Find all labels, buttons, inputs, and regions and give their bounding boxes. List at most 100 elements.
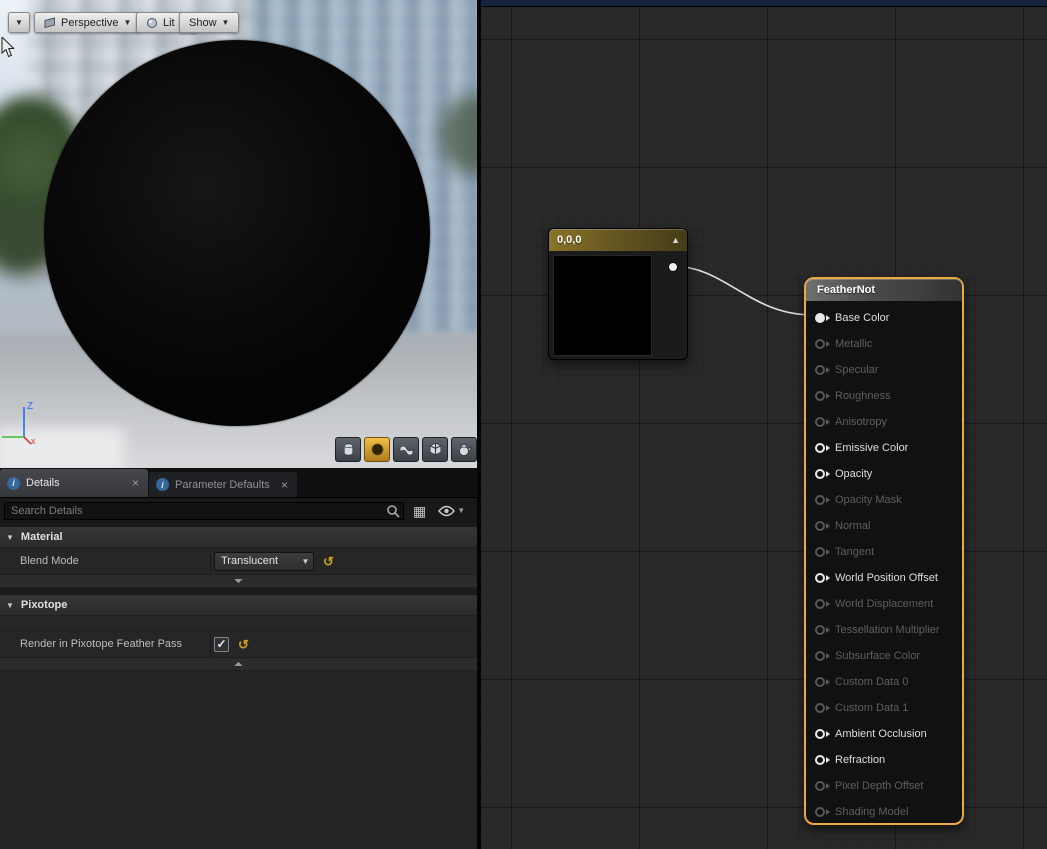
pin-icon[interactable] xyxy=(815,469,825,479)
close-icon[interactable]: × xyxy=(130,477,141,489)
property-matrix-button[interactable]: ▦ xyxy=(410,501,429,521)
tab-details-label: Details xyxy=(26,477,124,489)
pin-icon[interactable] xyxy=(815,547,825,557)
blend-mode-dropdown[interactable]: Translucent ▼ xyxy=(214,552,314,571)
blank-row xyxy=(0,616,477,631)
material-input-pin[interactable]: Normal xyxy=(806,513,962,539)
pin-icon[interactable] xyxy=(815,391,825,401)
pin-label: World Position Offset xyxy=(835,572,938,584)
pin-label: Tessellation Multiplier xyxy=(835,624,940,636)
pin-icon[interactable] xyxy=(815,625,825,635)
material-input-pin[interactable]: Base Color xyxy=(806,305,962,331)
axis-x-label: x xyxy=(31,436,36,446)
perspective-label: Perspective xyxy=(61,17,118,29)
pin-icon[interactable] xyxy=(815,677,825,687)
collapse-arrow-icon[interactable]: ▲ xyxy=(671,235,687,245)
feather-pass-label: Render in Pixotope Feather Pass xyxy=(0,631,211,657)
material-advanced-expander[interactable]: ▼ xyxy=(0,575,477,588)
cylinder-icon xyxy=(340,441,357,458)
tab-details[interactable]: i Details × xyxy=(0,469,148,497)
chevron-up-icon: ▲ xyxy=(232,661,246,668)
material-input-pin[interactable]: Shading Model xyxy=(806,799,962,825)
pin-label: Roughness xyxy=(835,390,891,402)
graph-top-strip xyxy=(481,0,1047,7)
tab-parameter-defaults[interactable]: i Parameter Defaults × xyxy=(149,472,297,497)
material-input-pin[interactable]: Subsurface Color xyxy=(806,643,962,669)
pin-icon[interactable] xyxy=(815,521,825,531)
pin-icon[interactable] xyxy=(815,573,825,583)
feather-pass-checkbox[interactable]: ✓ xyxy=(214,637,229,652)
spacer xyxy=(0,588,477,595)
show-button[interactable]: Show ▼ xyxy=(179,12,239,33)
material-input-pin[interactable]: Specular xyxy=(806,357,962,383)
pin-icon[interactable] xyxy=(815,703,825,713)
pin-icon[interactable] xyxy=(815,781,825,791)
preview-sphere xyxy=(44,40,430,426)
pin-icon[interactable] xyxy=(815,443,825,453)
feather-pass-row: Render in Pixotope Feather Pass ✓ ↺ xyxy=(0,631,477,658)
material-input-pin[interactable]: Pixel Depth Offset xyxy=(806,773,962,799)
pin-icon[interactable] xyxy=(815,313,825,323)
material-input-pin[interactable]: Roughness xyxy=(806,383,962,409)
pin-icon[interactable] xyxy=(815,599,825,609)
material-input-pin[interactable]: Custom Data 0 xyxy=(806,669,962,695)
pin-label: World Displacement xyxy=(835,598,933,610)
material-input-pin[interactable]: Metallic xyxy=(806,331,962,357)
preview-shape-cube-button[interactable] xyxy=(422,437,448,462)
material-pins-list: Base Color Metallic Specular Roughness A… xyxy=(806,301,962,825)
material-input-pin[interactable]: Anisotropy xyxy=(806,409,962,435)
lit-label: Lit xyxy=(163,17,175,29)
pin-icon[interactable] xyxy=(815,729,825,739)
preview-shape-teapot-button[interactable] xyxy=(451,437,477,462)
chevron-down-icon: ▼ xyxy=(222,18,230,27)
constant-color-node[interactable]: 0,0,0 ▲ xyxy=(548,228,688,360)
material-graph-canvas[interactable]: 0,0,0 ▲ FeatherNot Base Color Metallic xyxy=(481,0,1047,849)
constant-color-preview xyxy=(553,255,652,356)
reset-to-default-icon[interactable]: ↺ xyxy=(323,555,334,568)
viewport-options-dropdown[interactable]: ▼ xyxy=(8,12,30,33)
pin-label: Subsurface Color xyxy=(835,650,920,662)
preview-shape-cylinder-button[interactable] xyxy=(335,437,361,462)
view-options-button[interactable]: ▼ xyxy=(435,501,468,521)
constant-output-pin[interactable] xyxy=(668,262,678,272)
preview-viewport[interactable]: ▼ Perspective ▼ Lit ▼ Show ▼ xyxy=(0,0,477,468)
pin-icon[interactable] xyxy=(815,651,825,661)
blend-mode-label: Blend Mode xyxy=(0,548,211,574)
expand-arrow-icon: ▼ xyxy=(6,533,14,542)
details-tabbar: i Details × i Parameter Defaults × xyxy=(0,468,477,497)
preview-shape-sphere-button[interactable] xyxy=(364,437,390,462)
material-input-pin[interactable]: World Displacement xyxy=(806,591,962,617)
constant-node-header[interactable]: 0,0,0 ▲ xyxy=(549,229,687,251)
material-result-node[interactable]: FeatherNot Base Color Metallic Specular xyxy=(804,277,964,825)
material-input-pin[interactable]: Ambient Occlusion xyxy=(806,721,962,747)
material-input-pin[interactable]: World Position Offset xyxy=(806,565,962,591)
pin-label: Custom Data 1 xyxy=(835,702,908,714)
material-input-pin[interactable]: Custom Data 1 xyxy=(806,695,962,721)
left-panel: ▼ Perspective ▼ Lit ▼ Show ▼ xyxy=(0,0,477,849)
pin-icon[interactable] xyxy=(815,417,825,427)
pin-icon[interactable] xyxy=(815,339,825,349)
info-icon: i xyxy=(156,478,169,491)
pin-icon[interactable] xyxy=(815,807,825,817)
preview-shape-plane-button[interactable] xyxy=(393,437,419,462)
material-node-header[interactable]: FeatherNot xyxy=(806,279,962,301)
pin-icon[interactable] xyxy=(815,755,825,765)
search-details-input[interactable] xyxy=(4,502,404,520)
pin-label: Shading Model xyxy=(835,806,908,818)
category-pixotope[interactable]: ▼ Pixotope xyxy=(0,595,477,616)
reset-to-default-icon[interactable]: ↺ xyxy=(238,638,249,651)
material-input-pin[interactable]: Opacity Mask xyxy=(806,487,962,513)
pin-icon[interactable] xyxy=(815,495,825,505)
perspective-button[interactable]: Perspective ▼ xyxy=(34,12,141,33)
material-input-pin[interactable]: Refraction xyxy=(806,747,962,773)
material-input-pin[interactable]: Opacity xyxy=(806,461,962,487)
material-input-pin[interactable]: Tangent xyxy=(806,539,962,565)
material-input-pin[interactable]: Tessellation Multiplier xyxy=(806,617,962,643)
category-material[interactable]: ▼ Material xyxy=(0,527,477,548)
pin-icon[interactable] xyxy=(815,365,825,375)
close-icon[interactable]: × xyxy=(279,479,290,491)
chevron-down-icon: ▼ xyxy=(298,557,313,566)
pixotope-advanced-expander[interactable]: ▲ xyxy=(0,658,477,671)
pin-label: Anisotropy xyxy=(835,416,887,428)
material-input-pin[interactable]: Emissive Color xyxy=(806,435,962,461)
